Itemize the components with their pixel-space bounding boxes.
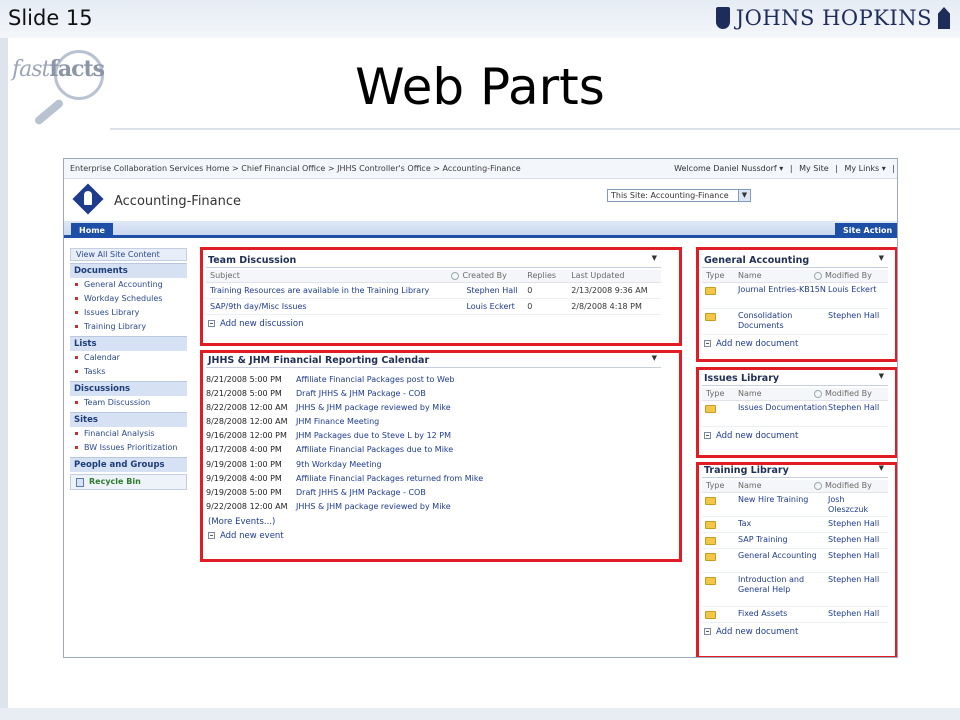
- ql-heading-documents[interactable]: Documents: [70, 263, 187, 278]
- ql-item-issues-library[interactable]: Issues Library: [70, 306, 187, 320]
- ql-heading-discussions[interactable]: Discussions: [70, 381, 187, 396]
- shield-icon: [715, 7, 730, 29]
- user-menu: Welcome Daniel Nussdorf ▾ | My Site | My…: [674, 164, 895, 173]
- ql-heading-people-groups[interactable]: People and Groups: [70, 457, 187, 472]
- ql-item-tasks[interactable]: Tasks: [70, 365, 187, 379]
- slide-number: Slide 15: [8, 6, 93, 30]
- highlight-box: [696, 367, 897, 458]
- slide-header: Slide 15 JOHNS HOPKINS: [0, 0, 960, 38]
- welcome-menu[interactable]: Welcome Daniel Nussdorf ▾: [674, 164, 783, 173]
- ql-item-training-library[interactable]: Training Library: [70, 320, 187, 334]
- title-divider: [110, 128, 960, 130]
- bottom-decoration: [0, 708, 960, 720]
- quick-launch: View All Site Content Documents General …: [70, 248, 187, 538]
- tab-home[interactable]: Home: [71, 223, 113, 238]
- my-links-menu[interactable]: My Links ▾: [844, 164, 885, 173]
- top-bar: Enterprise Collaboration Services Home >…: [64, 159, 897, 179]
- my-site-link[interactable]: My Site: [799, 164, 829, 173]
- recycle-bin-icon: [76, 478, 84, 487]
- johns-hopkins-logo: JOHNS HOPKINS: [715, 4, 950, 32]
- ql-heading-sites[interactable]: Sites: [70, 412, 187, 427]
- brand-name: JOHNS HOPKINS: [735, 6, 932, 30]
- site-actions-button[interactable]: Site Action: [835, 223, 897, 238]
- highlight-box: [200, 247, 682, 346]
- highlight-box: [200, 350, 682, 562]
- search-scope-select[interactable]: This Site: Accounting-Finance ▼: [607, 189, 751, 202]
- recycle-bin-link[interactable]: Recycle Bin: [70, 474, 187, 490]
- tower-icon: [938, 7, 950, 29]
- left-decoration: [0, 38, 8, 718]
- ql-item-general-accounting[interactable]: General Accounting: [70, 278, 187, 292]
- site-title[interactable]: Accounting-Finance: [114, 194, 241, 209]
- site-header: Accounting-Finance This Site: Accounting…: [64, 180, 897, 220]
- ql-item-workday-schedules[interactable]: Workday Schedules: [70, 292, 187, 306]
- highlight-box: [696, 462, 897, 657]
- ql-item-bw-issues[interactable]: BW Issues Prioritization: [70, 441, 187, 455]
- highlight-box: [696, 247, 897, 362]
- breadcrumb[interactable]: Enterprise Collaboration Services Home >…: [70, 164, 521, 173]
- view-all-content-link[interactable]: View All Site Content: [70, 248, 187, 261]
- sharepoint-screenshot: Enterprise Collaboration Services Home >…: [63, 158, 898, 658]
- ql-heading-lists[interactable]: Lists: [70, 336, 187, 351]
- ql-item-financial-analysis[interactable]: Financial Analysis: [70, 427, 187, 441]
- top-nav: Home Site Action: [64, 221, 897, 238]
- slide-title: Web Parts: [355, 58, 605, 116]
- chevron-down-icon[interactable]: ▼: [738, 190, 750, 201]
- ql-item-team-discussion[interactable]: Team Discussion: [70, 396, 187, 410]
- ql-item-calendar[interactable]: Calendar: [70, 351, 187, 365]
- site-logo-icon[interactable]: [72, 183, 104, 215]
